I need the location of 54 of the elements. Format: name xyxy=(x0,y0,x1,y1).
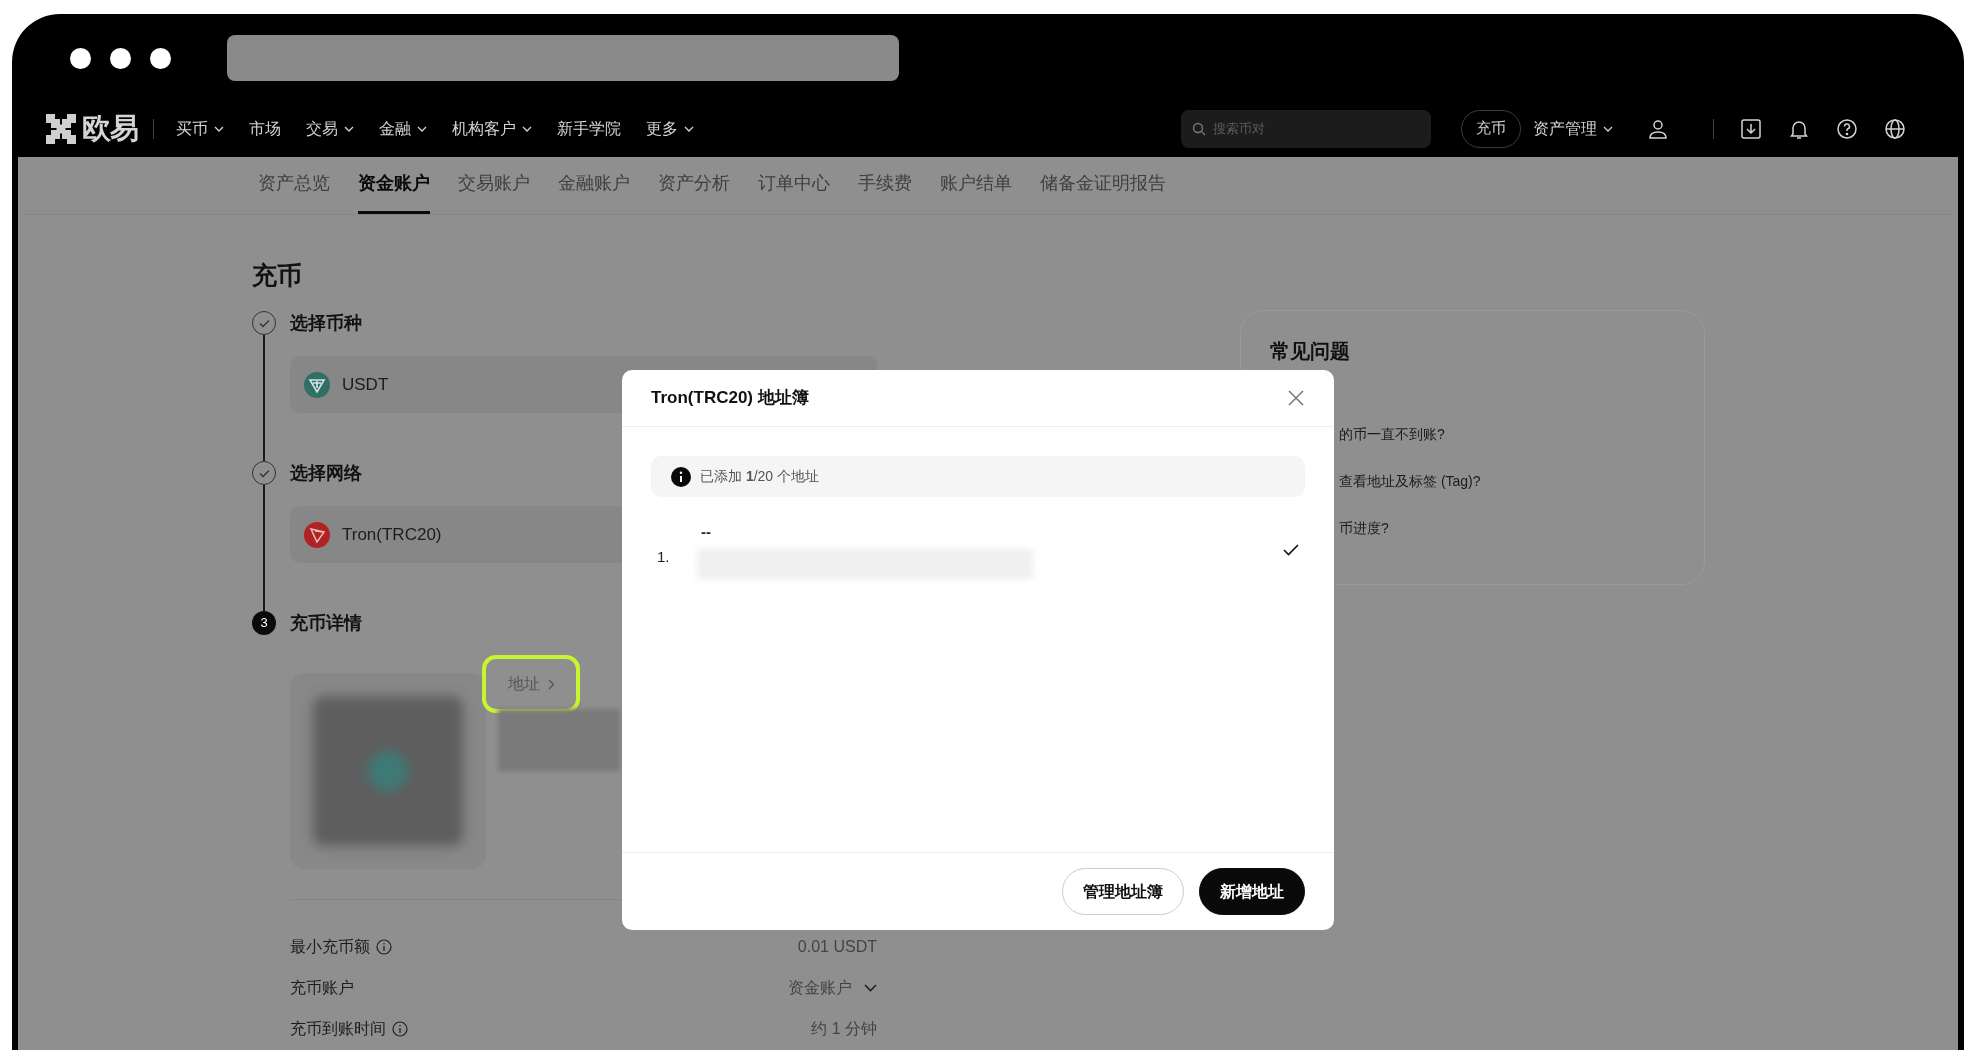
coin-icon xyxy=(304,521,330,548)
info-icon[interactable] xyxy=(392,1021,408,1037)
account-tab[interactable]: 交易账户 xyxy=(458,168,530,214)
detail-value: 0.01 USDT xyxy=(797,937,877,957)
user-icon[interactable] xyxy=(1647,117,1669,140)
account-tab[interactable]: 订单中心 xyxy=(758,168,830,214)
address-name: -- xyxy=(701,522,712,542)
account-tab[interactable]: 金融账户 xyxy=(558,168,630,214)
globe-icon[interactable] xyxy=(1884,117,1906,140)
account-tab[interactable]: 储备金证明报告 xyxy=(1040,168,1166,214)
search-field[interactable]: 搜索币对 xyxy=(1181,109,1431,148)
step-label: 充币详情 xyxy=(290,612,362,635)
account-tab[interactable]: 资金账户 xyxy=(358,168,430,214)
nav-menu-item[interactable]: 金融 xyxy=(378,116,427,141)
search-icon xyxy=(1192,121,1206,136)
faq-link[interactable]: 币进度? xyxy=(1339,516,1704,541)
detail-value: 约 1 分钟 xyxy=(811,1019,877,1039)
step-label: 选择网络 xyxy=(290,462,362,485)
nav-menu-item[interactable]: 更多 xyxy=(645,116,694,141)
detail-label: 充币账户 xyxy=(290,978,354,998)
add-address-button[interactable]: 新增地址 xyxy=(1199,868,1305,915)
close-icon[interactable] xyxy=(1287,389,1305,407)
account-tab[interactable]: 手续费 xyxy=(858,168,912,214)
step-number: 3 xyxy=(252,611,276,635)
asset-management-menu[interactable]: 资产管理 xyxy=(1533,116,1613,141)
logo-icon xyxy=(46,113,76,144)
info-icon xyxy=(671,466,691,487)
faq-link[interactable]: 的币一直不到账? xyxy=(1339,422,1704,447)
address-count-text: 已添加 1/20 个地址 xyxy=(700,467,820,486)
detail-label: 充币到账时间 xyxy=(290,1019,386,1039)
dialog-title: Tron(TRC20) 地址簿 xyxy=(651,387,809,410)
download-icon[interactable] xyxy=(1740,117,1762,140)
account-tab[interactable]: 资产分析 xyxy=(658,168,730,214)
account-dropdown[interactable]: 资金账户 xyxy=(788,976,877,1000)
select-value: Tron(TRC20) xyxy=(342,523,442,546)
account-tab[interactable]: 资产总览 xyxy=(258,168,330,214)
chevron-right-icon xyxy=(547,678,555,690)
faq-link[interactable]: 查看地址及标签 (Tag)? xyxy=(1339,469,1704,494)
account-tab[interactable]: 账户结单 xyxy=(940,168,1012,214)
nav-menu-item[interactable]: 买币 xyxy=(175,116,224,141)
logo-text[interactable]: 欧易 xyxy=(82,106,139,151)
nav-menu-item[interactable]: 市场 xyxy=(248,116,281,141)
step-label: 选择币种 xyxy=(290,312,362,335)
nav-menu-item[interactable]: 新手学院 xyxy=(556,116,621,141)
nav-menu-item[interactable]: 机构客户 xyxy=(451,116,532,141)
info-icon[interactable] xyxy=(376,939,392,955)
manage-address-book-button[interactable]: 管理地址簿 xyxy=(1062,868,1184,915)
select-value: USDT xyxy=(342,373,389,396)
page-title: 充币 xyxy=(252,260,303,291)
faq-title: 常见问题 xyxy=(1269,339,1351,364)
coin-icon xyxy=(304,371,330,398)
nav-menu-item[interactable]: 交易 xyxy=(305,116,354,141)
detail-label: 最小充币额 xyxy=(290,937,370,957)
help-icon[interactable] xyxy=(1836,117,1858,140)
